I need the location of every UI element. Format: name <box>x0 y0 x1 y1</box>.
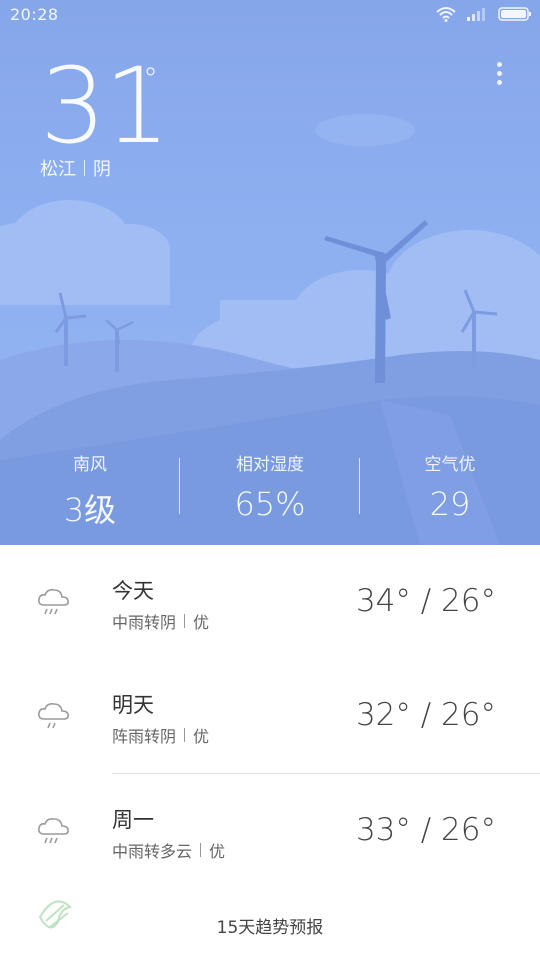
wifi-icon <box>436 7 456 22</box>
current-condition: 阴 <box>93 159 111 180</box>
stat-value: 3级 <box>63 491 117 529</box>
shower-cloud-icon <box>38 703 69 729</box>
more-options-icon[interactable] <box>494 62 504 88</box>
forecast-row[interactable]: 明天 阵雨转阴 优 32° / 26° <box>0 659 540 773</box>
stat-label: 相对湿度 <box>236 455 304 475</box>
separator <box>200 843 202 857</box>
stat-label: 南风 <box>73 455 107 475</box>
rain-cloud-icon <box>38 589 69 615</box>
forecast-row[interactable]: 今天 中雨转阴 优 34° / 26° <box>0 545 540 659</box>
forecast-temps: 32° / 26° <box>355 697 496 733</box>
forecast-condition: 中雨转阴 <box>112 613 177 632</box>
degree-symbol: ° <box>143 62 158 97</box>
forecast-row[interactable]: 周一 中雨转多云 优 33° / 26° <box>0 774 540 888</box>
forecast-list: 今天 中雨转阴 优 34° / 26° 明天 阵雨转阴 优 32° / 26° <box>0 545 540 960</box>
forecast-day: 明天 <box>112 693 154 717</box>
forecast-day: 周一 <box>112 808 154 832</box>
forecast-air: 优 <box>193 613 210 632</box>
stat-label: 空气优 <box>424 455 476 475</box>
battery-icon <box>498 7 531 21</box>
stat-wind: 南风 3级 <box>0 450 180 531</box>
current-weather-panel: 20:28 31 ° 松江 阴 南风 3级 相对湿度 65% 空气优 29 <box>0 0 540 545</box>
forecast-desc: 阵雨转阴 优 <box>112 723 209 747</box>
weather-screen: 20:28 31 ° 松江 阴 南风 3级 相对湿度 65% 空气优 29 今天… <box>0 0 540 960</box>
location-condition[interactable]: 松江 阴 <box>40 155 111 181</box>
signal-icon <box>467 8 485 21</box>
forecast-condition: 阵雨转阴 <box>112 727 177 746</box>
forecast-temps: 33° / 26° <box>355 812 496 848</box>
forecast-air: 优 <box>209 842 226 861</box>
separator <box>184 614 186 628</box>
stat-humidity: 相对湿度 65% <box>180 450 360 523</box>
status-bar: 20:28 <box>0 0 540 30</box>
forecast-air: 优 <box>193 727 210 746</box>
trend-forecast-link[interactable]: 15天趋势预报 <box>0 913 540 938</box>
separator <box>84 160 85 176</box>
forecast-day: 今天 <box>112 579 154 603</box>
forecast-temps: 34° / 26° <box>355 583 496 619</box>
forecast-desc: 中雨转多云 优 <box>112 838 225 862</box>
status-icons <box>436 6 532 22</box>
forecast-condition: 中雨转多云 <box>112 842 193 861</box>
location-name[interactable]: 松江 <box>40 155 76 181</box>
stat-value: 29 <box>429 485 471 523</box>
weather-stats: 南风 3级 相对湿度 65% 空气优 29 <box>0 450 540 530</box>
stat-value: 65% <box>234 485 306 523</box>
separator <box>184 728 186 742</box>
forecast-desc: 中雨转阴 优 <box>112 609 209 633</box>
rain-cloud-icon <box>38 818 69 844</box>
stat-air-quality[interactable]: 空气优 29 <box>360 450 540 523</box>
status-time: 20:28 <box>10 5 59 24</box>
